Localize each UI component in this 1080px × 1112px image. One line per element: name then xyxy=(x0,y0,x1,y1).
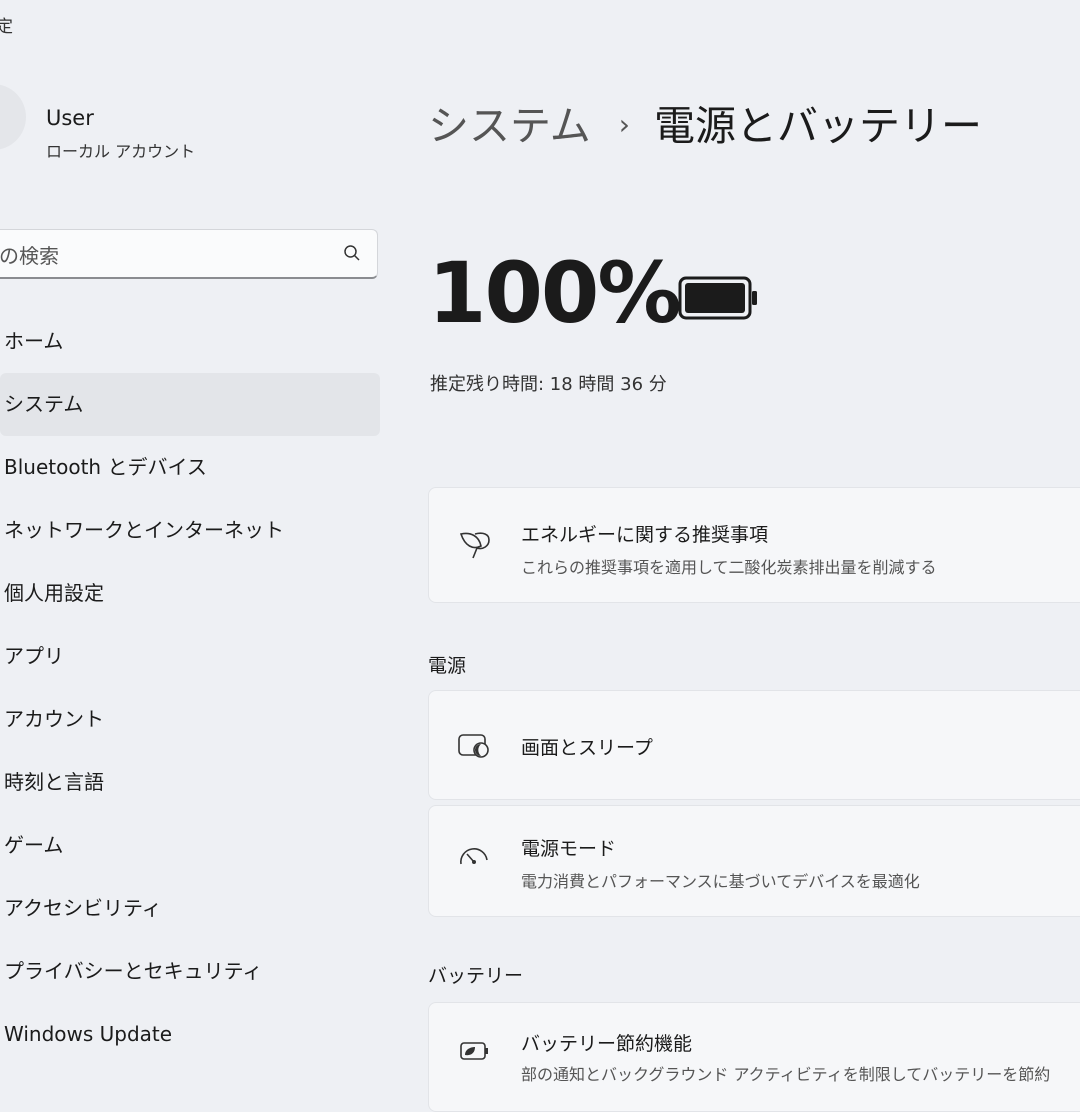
screen-sleep-card[interactable]: 画面とスリープ xyxy=(428,690,1080,800)
page-title: 電源とバッテリー xyxy=(653,102,982,150)
sidebar-item-home[interactable]: ホーム xyxy=(0,310,380,373)
breadcrumb-parent[interactable]: システム xyxy=(428,102,591,150)
screen-sleep-icon xyxy=(457,733,491,763)
search-placeholder: の検索 xyxy=(0,244,59,268)
power-mode-title: 電源モード xyxy=(521,838,617,860)
sidebar-item-label: ホーム xyxy=(4,329,64,353)
user-account-type: ローカル アカウント xyxy=(46,142,196,161)
sidebar-item-label: システム xyxy=(4,392,84,416)
app-title: 定 xyxy=(0,17,13,37)
sidebar-item-label: Bluetooth とデバイス xyxy=(4,455,207,479)
sidebar-item-apps[interactable]: アプリ xyxy=(0,625,380,688)
sidebar-item-system[interactable]: システム xyxy=(0,373,380,436)
sidebar-item-bluetooth[interactable]: Bluetooth とデバイス xyxy=(0,436,380,499)
power-mode-card[interactable]: 電源モード 電力消費とパフォーマンスに基づいてデバイスを最適化 xyxy=(428,805,1080,917)
sidebar-item-gaming[interactable]: ゲーム xyxy=(0,814,380,877)
sidebar-item-accounts[interactable]: アカウント xyxy=(0,688,380,751)
sidebar-item-label: ネットワークとインターネット xyxy=(4,518,284,542)
battery-section-header: バッテリー xyxy=(428,965,524,987)
search-icon[interactable] xyxy=(343,244,361,266)
sidebar-nav: ホーム システム Bluetooth とデバイス ネットワークとインターネット … xyxy=(0,310,380,1066)
sidebar-item-network[interactable]: ネットワークとインターネット xyxy=(0,499,380,562)
user-name: User xyxy=(46,106,94,130)
search-input[interactable]: の検索 xyxy=(0,229,378,279)
sidebar-item-label: アプリ xyxy=(4,644,64,668)
gauge-icon xyxy=(457,842,491,876)
battery-icon xyxy=(678,276,760,324)
sidebar-item-privacy[interactable]: プライバシーとセキュリティ xyxy=(0,940,380,1003)
avatar[interactable] xyxy=(0,84,26,150)
sidebar-item-accessibility[interactable]: アクセシビリティ xyxy=(0,877,380,940)
sidebar-item-label: ゲーム xyxy=(4,833,64,857)
energy-card-title: エネルギーに関する推奨事項 xyxy=(521,524,769,546)
sidebar-item-label: 時刻と言語 xyxy=(4,770,104,794)
sidebar-item-label: プライバシーとセキュリティ xyxy=(4,959,263,983)
energy-card-description: これらの推奨事項を適用して二酸化炭素排出量を削減する xyxy=(521,558,937,577)
chevron-right-icon: › xyxy=(618,108,630,141)
battery-saver-description: 部の通知とバックグラウンド アクティビティを制限してバッテリーを節約 xyxy=(521,1065,1051,1084)
leaf-icon xyxy=(457,528,493,566)
battery-percentage: 100% xyxy=(428,244,682,342)
sidebar-item-label: 個人用設定 xyxy=(4,581,104,605)
battery-saver-icon xyxy=(457,1039,493,1067)
screen-sleep-title: 画面とスリープ xyxy=(521,737,653,759)
power-section-header: 電源 xyxy=(428,655,467,677)
battery-saver-title: バッテリー節約機能 xyxy=(521,1033,693,1055)
power-mode-description: 電力消費とパフォーマンスに基づいてデバイスを最適化 xyxy=(521,872,920,891)
sidebar-item-personalization[interactable]: 個人用設定 xyxy=(0,562,380,625)
sidebar-item-label: アクセシビリティ xyxy=(4,896,162,920)
battery-saver-card[interactable]: バッテリー節約機能 部の通知とバックグラウンド アクティビティを制限してバッテリ… xyxy=(428,1002,1080,1112)
breadcrumb: システム › 電源とバッテリー xyxy=(428,92,982,152)
sidebar-item-label: アカウント xyxy=(4,707,104,731)
energy-recommendations-card[interactable]: エネルギーに関する推奨事項 これらの推奨事項を適用して二酸化炭素排出量を削減する xyxy=(428,487,1080,603)
sidebar-item-time-language[interactable]: 時刻と言語 xyxy=(0,751,380,814)
estimated-time-remaining: 推定残り時間: 18 時間 36 分 xyxy=(430,374,667,395)
battery-fill xyxy=(685,283,745,313)
sidebar-item-label: Windows Update xyxy=(4,1022,173,1046)
sidebar-item-windows-update[interactable]: Windows Update xyxy=(0,1003,380,1066)
